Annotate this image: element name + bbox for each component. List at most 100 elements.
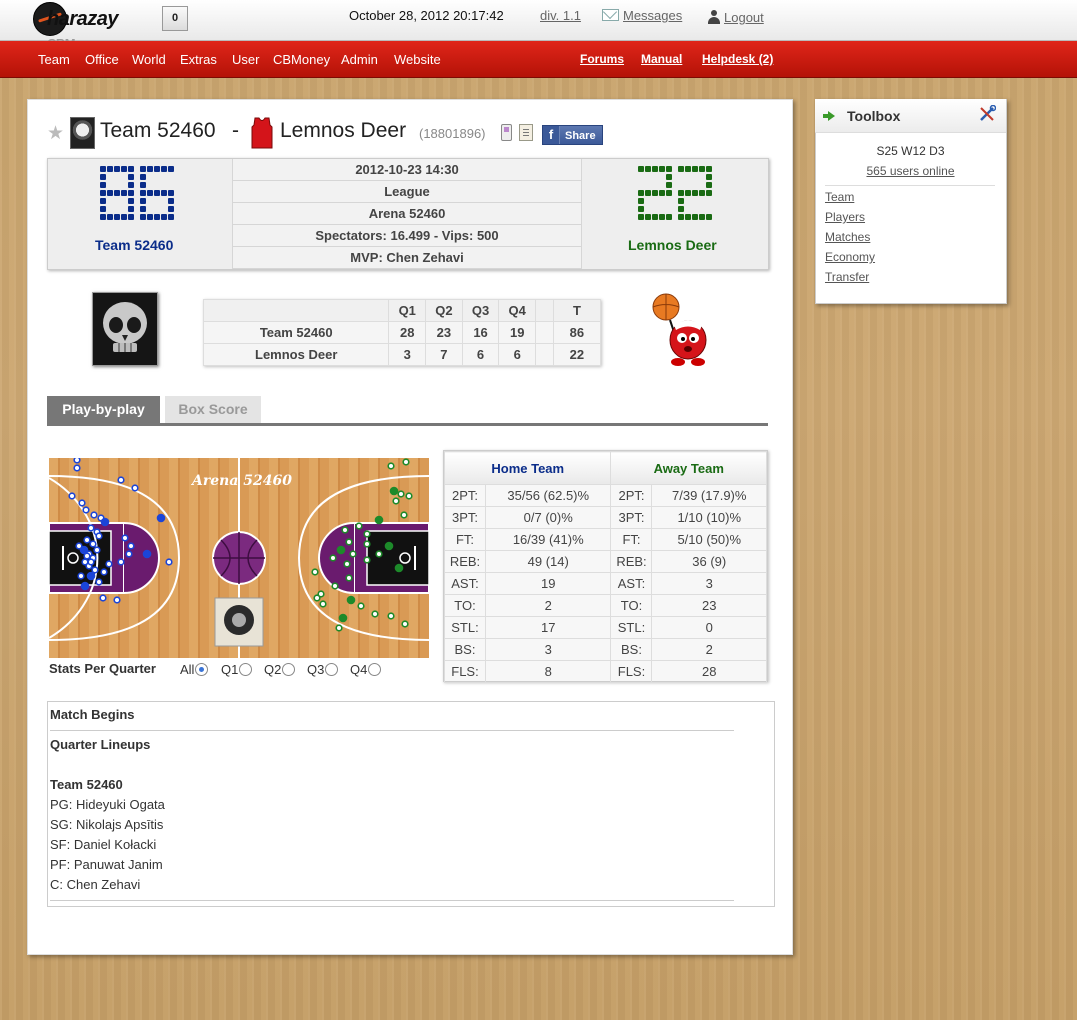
away-shot-marker [335, 624, 343, 632]
nav-helpdesk[interactable]: Helpdesk (2) [702, 52, 773, 66]
score-dot [685, 190, 691, 196]
toolbox-link-economy[interactable]: Economy [825, 250, 875, 264]
favorite-star-icon[interactable]: ★ [47, 122, 64, 145]
charazay-logo[interactable]: harazay CBM [33, 2, 151, 51]
notes-icon[interactable] [519, 124, 533, 141]
score-dot [638, 190, 644, 196]
messages-link[interactable]: Messages [602, 8, 682, 23]
away-mascot-image[interactable] [648, 292, 714, 368]
toolbox-title: Toolbox [847, 108, 901, 124]
home-team-name: Team 52460 [95, 237, 174, 253]
away-team-name: Lemnos Deer [628, 237, 717, 253]
stat-label: TO: [444, 594, 486, 617]
radio-q3[interactable] [325, 663, 339, 676]
mvp-player-link[interactable]: Chen Zehavi [386, 250, 463, 265]
quarter-header: Q3 [461, 299, 500, 322]
facebook-share-button[interactable]: f Share [542, 125, 603, 145]
quarter-option-all[interactable]: All [180, 661, 209, 677]
away-shot-marker [394, 563, 404, 573]
match-type: League [232, 181, 582, 203]
envelope-icon [602, 9, 619, 21]
nav-forums[interactable]: Forums [580, 52, 624, 66]
quarter-option-q3[interactable]: Q3 [307, 661, 339, 677]
score-dot [699, 214, 705, 220]
score-dot [100, 174, 106, 180]
toolbox-link-matches[interactable]: Matches [825, 230, 870, 244]
shot-chart-court: Arena 52460 [49, 458, 429, 658]
nav-office[interactable]: Office [85, 52, 119, 67]
quarter-score: 19 [498, 321, 537, 344]
away-shot-marker [355, 522, 363, 530]
mvp-label: MVP: [350, 250, 383, 265]
quarter-option-q2[interactable]: Q2 [264, 661, 296, 677]
score-dot [678, 166, 684, 172]
away-shot-marker [387, 612, 395, 620]
division-link[interactable]: div. 1.1 [540, 8, 581, 23]
radio-q4[interactable] [368, 663, 382, 676]
stat-label: 3PT: [610, 506, 653, 529]
toolbox-link-team[interactable]: Team [825, 190, 854, 204]
mobile-icon[interactable] [501, 124, 512, 141]
toolbox-link-transfer[interactable]: Transfer [825, 270, 869, 284]
tab-box-score[interactable]: Box Score [165, 396, 261, 423]
radio-q1[interactable] [239, 663, 253, 676]
away-shot-marker [336, 545, 346, 555]
tools-icon[interactable] [978, 105, 996, 123]
score-dot [114, 166, 120, 172]
radio-all[interactable] [195, 663, 209, 676]
lineup-player: PF: Panuwat Janim [50, 857, 163, 872]
score-dot [645, 190, 651, 196]
away-shot-marker [363, 530, 371, 538]
stat-label: FT: [610, 528, 653, 551]
away-team-link[interactable]: Lemnos Deer [255, 347, 337, 362]
nav-user[interactable]: User [232, 52, 259, 67]
divider [825, 185, 995, 186]
message-count-badge[interactable]: 0 [162, 6, 188, 31]
radio-q2[interactable] [282, 663, 296, 676]
score-dot [107, 166, 113, 172]
nav-manual[interactable]: Manual [641, 52, 682, 66]
stat-label: FLS: [444, 660, 486, 683]
score-dot [659, 166, 665, 172]
nav-extras[interactable]: Extras [180, 52, 217, 67]
home-stat-value: 8 [484, 660, 612, 683]
away-shot-marker [357, 602, 365, 610]
nav-admin[interactable]: Admin [341, 52, 378, 67]
logout-link[interactable]: Logout [708, 8, 764, 25]
nav-cbmoney[interactable]: CBMoney [273, 52, 330, 67]
nav-website[interactable]: Website [394, 52, 441, 67]
home-team-link[interactable]: Team 52460 [260, 325, 333, 340]
users-online-link[interactable]: 565 users online [815, 164, 1006, 178]
away-stat-value: 7/39 (17.9)% [651, 484, 767, 507]
home-shot-marker [83, 536, 91, 544]
score-dot [100, 214, 106, 220]
quarter-header: Q2 [425, 299, 463, 322]
quarter-option-q4[interactable]: Q4 [350, 661, 382, 677]
score-dot [121, 166, 127, 172]
home-shot-marker [95, 532, 103, 540]
quarter-score: 16 [461, 321, 500, 344]
arena-link[interactable]: Arena 52460 [369, 206, 446, 221]
match-info: 2012-10-23 14:30 League Arena 52460 Spec… [232, 159, 582, 269]
away-shot-marker [384, 541, 394, 551]
away-stat-value: 2 [651, 638, 767, 661]
divider [50, 730, 734, 731]
stats-row: FLS: 8 FLS: 28 [444, 660, 767, 683]
quarter-score-table: Q1 Q2 Q3 Q4 T Team 52460 28 23 16 19 86 … [202, 299, 602, 366]
away-shot-marker [319, 600, 327, 608]
nav-team[interactable]: Team [38, 52, 70, 67]
score-dot [638, 198, 644, 204]
stats-row: TO: 2 TO: 23 [444, 594, 767, 617]
nav-world[interactable]: World [132, 52, 166, 67]
toolbox-link-players[interactable]: Players [825, 210, 865, 224]
stats-row: 3PT: 0/7 (0)% 3PT: 1/10 (10)% [444, 506, 767, 529]
score-dot [128, 198, 134, 204]
match-datetime: 2012-10-23 14:30 [232, 159, 582, 181]
quarter-option-q1[interactable]: Q1 [221, 661, 253, 677]
home-stat-value: 17 [484, 616, 612, 639]
score-dot [652, 214, 658, 220]
score-dot [666, 182, 672, 188]
tab-play-by-play[interactable]: Play-by-play [47, 396, 160, 423]
home-team-image[interactable] [92, 292, 158, 366]
stats-per-quarter-label: Stats Per Quarter [49, 661, 156, 676]
